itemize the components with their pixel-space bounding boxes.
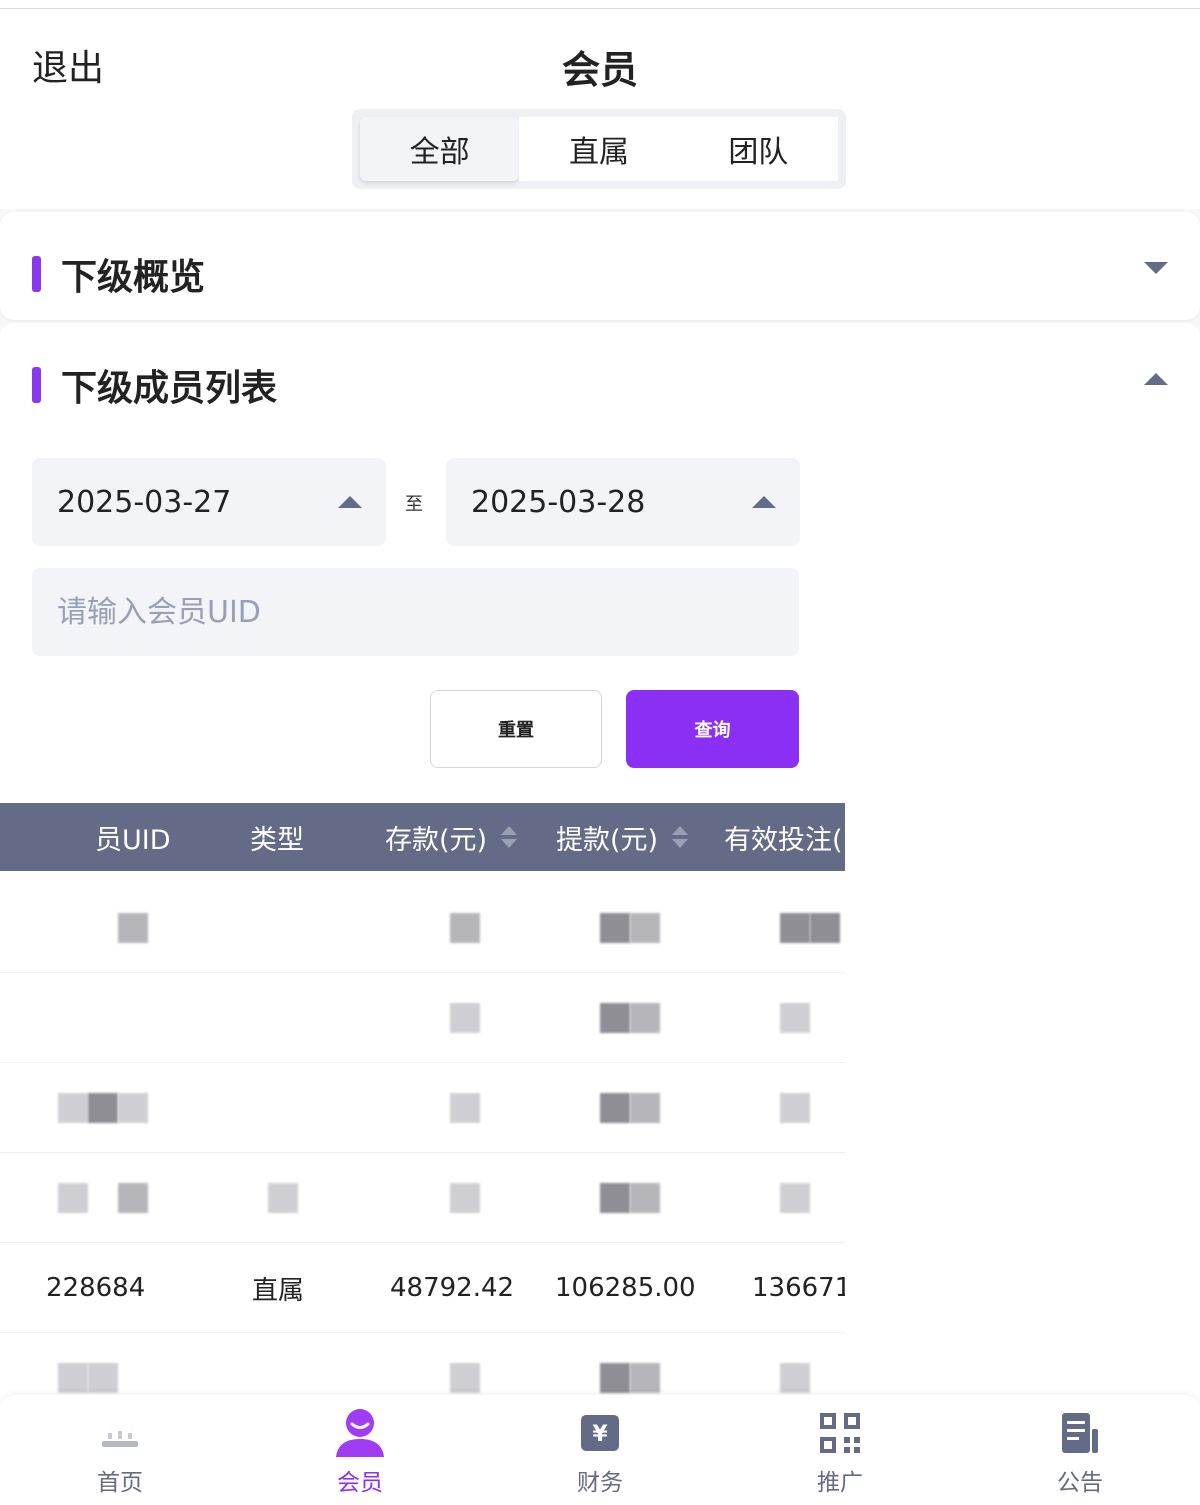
tab-finance-label: 财务 [577, 1470, 623, 1496]
redacted-cell [118, 1183, 148, 1213]
tab-member-label: 会员 [337, 1470, 383, 1496]
tab-notice-label: 公告 [1057, 1470, 1103, 1496]
query-button[interactable]: 查询 [626, 690, 799, 768]
tab-notice[interactable]: 公告 [960, 1395, 1200, 1505]
tab-direct[interactable]: 直属 [519, 117, 679, 181]
tab-finance[interactable]: ¥ 财务 [480, 1395, 720, 1505]
redacted-cell [810, 913, 840, 943]
start-date-picker[interactable]: 2025-03-27 [32, 458, 386, 546]
redacted-cell [630, 1363, 660, 1393]
page-title: 会员 [561, 48, 638, 92]
redacted-cell [780, 1183, 810, 1213]
member-list-title: 下级成员列表 [32, 359, 277, 411]
redacted-cell [600, 1003, 630, 1033]
redacted-cell [600, 913, 630, 943]
caret-up-icon [338, 496, 362, 508]
redacted-cell [450, 1093, 480, 1123]
redacted-cell [118, 1093, 148, 1123]
sort-icon[interactable] [501, 826, 518, 848]
member-filter-tabs: 全部 直属 团队 [352, 109, 846, 189]
redacted-cell [600, 1363, 630, 1393]
tab-member[interactable]: 会员 [240, 1395, 480, 1505]
redacted-cell [780, 913, 810, 943]
redacted-cell [268, 1183, 298, 1213]
redacted-cell [58, 1183, 88, 1213]
home-icon [94, 1409, 146, 1457]
section-accent-bar [32, 256, 41, 292]
redacted-cell [630, 1093, 660, 1123]
qrcode-icon [814, 1409, 866, 1457]
col-type: 类型 [250, 824, 304, 856]
tab-home-label: 首页 [97, 1470, 143, 1496]
collapse-icon[interactable] [1144, 373, 1168, 385]
expand-icon[interactable] [1144, 262, 1168, 274]
redacted-cell [450, 1363, 480, 1393]
tab-home[interactable]: 首页 [0, 1395, 240, 1505]
svg-text:¥: ¥ [592, 1422, 608, 1447]
end-date-picker[interactable]: 2025-03-28 [446, 458, 800, 546]
redacted-cell [58, 1093, 88, 1123]
caret-up-icon [752, 496, 776, 508]
col-uid: 员UID [95, 824, 171, 856]
redacted-cell [58, 1363, 88, 1393]
redacted-cell [450, 913, 480, 943]
redacted-cell [630, 913, 660, 943]
notice-icon [1054, 1409, 1106, 1457]
redacted-cell [780, 1363, 810, 1393]
table-header: 员UID 类型 存款(元) 提款(元) 有效投注( [0, 803, 845, 871]
redacted-cell [88, 1363, 118, 1393]
redacted-cell [630, 1003, 660, 1033]
col-deposit-label: 存款(元) [385, 824, 488, 856]
overview-section[interactable]: 下级概览 [0, 212, 1200, 320]
member-uid: 228684 [46, 1273, 146, 1303]
redacted-cell [118, 913, 148, 943]
col-deposit[interactable]: 存款(元) [385, 803, 518, 871]
col-withdraw-label: 提款(元) [556, 824, 659, 856]
member-list-title-text: 下级成员列表 [61, 368, 278, 409]
end-date-value: 2025-03-28 [471, 484, 646, 520]
overview-title: 下级概览 [32, 248, 205, 300]
sort-icon[interactable] [672, 826, 689, 848]
finance-icon: ¥ [574, 1409, 626, 1457]
member-bet: 136671. [752, 1273, 845, 1303]
table-row[interactable] [0, 1153, 845, 1243]
header: 退出 会员 全部 直属 团队 [0, 9, 1200, 209]
tab-team[interactable]: 团队 [678, 117, 838, 181]
table-row[interactable] [0, 973, 845, 1063]
table-row[interactable] [0, 1063, 845, 1153]
member-uid-input[interactable] [32, 568, 799, 656]
member-icon [334, 1409, 386, 1457]
redacted-cell [600, 1183, 630, 1213]
redacted-cell [780, 1003, 810, 1033]
reset-button[interactable]: 重置 [430, 690, 602, 768]
start-date-value: 2025-03-27 [57, 484, 232, 520]
tab-promote-label: 推广 [817, 1470, 863, 1496]
redacted-cell [600, 1093, 630, 1123]
redacted-cell [450, 1183, 480, 1213]
section-accent-bar [32, 367, 41, 403]
overview-title-text: 下级概览 [61, 257, 206, 298]
col-withdraw[interactable]: 提款(元) [556, 803, 689, 871]
redacted-cell [450, 1003, 480, 1033]
col-bet: 有效投注( [724, 824, 843, 856]
member-type: 直属 [252, 1275, 305, 1306]
table-row[interactable]: 228684 直属 48792.42 106285.00 136671. [0, 1243, 845, 1333]
member-withdraw: 106285.00 [555, 1273, 696, 1303]
status-line [0, 0, 1200, 9]
redacted-cell [630, 1183, 660, 1213]
date-range-separator: 至 [405, 494, 423, 515]
member-deposit: 48792.42 [390, 1273, 515, 1303]
table-row[interactable] [0, 883, 845, 973]
member-table: 员UID 类型 存款(元) 提款(元) 有效投注(228684 直属 4879… [0, 803, 845, 1423]
tab-all[interactable]: 全部 [360, 117, 520, 181]
redacted-cell [780, 1093, 810, 1123]
tab-promote[interactable]: 推广 [720, 1395, 960, 1505]
bottom-tab-bar: 首页 会员 ¥ 财务 推广 公告 [0, 1395, 1200, 1505]
redacted-cell [88, 1093, 118, 1123]
